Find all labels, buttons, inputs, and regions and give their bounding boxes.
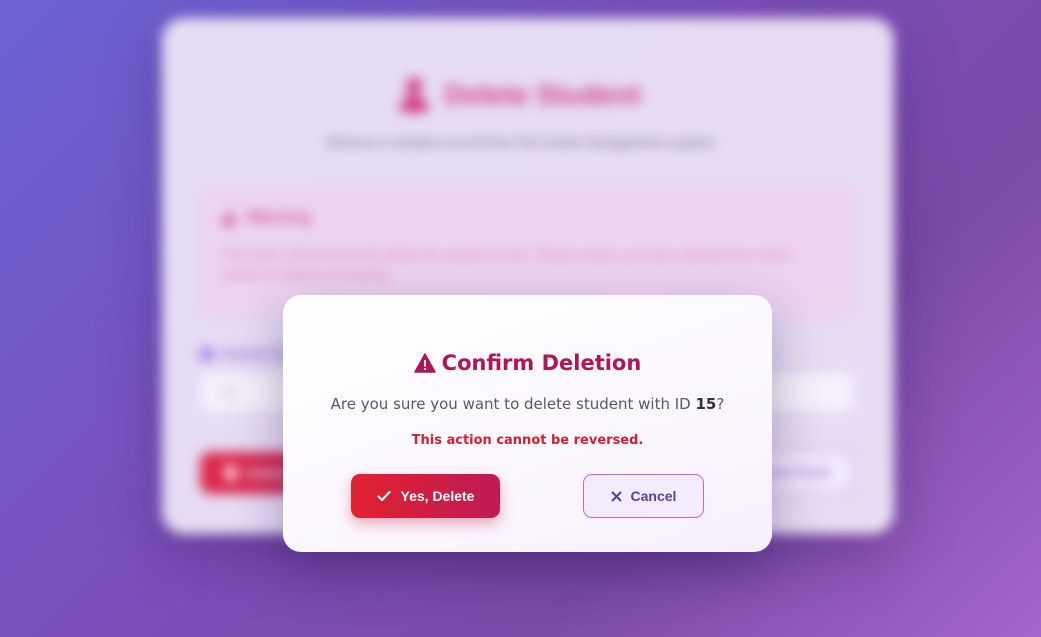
confirm-deletion-dialog: Confirm Deletion Are you sure you want t… bbox=[283, 295, 772, 552]
warning-heading: Warning bbox=[221, 209, 310, 227]
dialog-question: Are you sure you want to delete student … bbox=[283, 395, 772, 413]
dialog-question-prefix: Are you sure you want to delete student … bbox=[330, 395, 696, 413]
warning-text: This action will permanently delete the … bbox=[221, 247, 792, 282]
page-title: Delete Student bbox=[444, 79, 641, 110]
page-title-row: Delete Student bbox=[0, 78, 1041, 112]
warning-heading-text: Warning bbox=[247, 209, 311, 226]
warning-triangle-icon bbox=[413, 353, 436, 373]
student-id-label-text: Student ID bbox=[222, 346, 287, 361]
warning-icon bbox=[221, 211, 237, 225]
irreversible-warning: This action cannot be reversed. bbox=[411, 433, 644, 448]
trash-icon bbox=[226, 466, 236, 480]
dialog-question-suffix: ? bbox=[716, 395, 725, 413]
dialog-student-id: 15 bbox=[695, 395, 717, 413]
id-card-icon bbox=[200, 347, 214, 360]
cancel-label: Cancel bbox=[630, 488, 677, 504]
dialog-title-text: Confirm Deletion bbox=[441, 351, 642, 375]
close-icon bbox=[611, 491, 622, 501]
dialog-title: Confirm Deletion bbox=[283, 351, 772, 375]
page-subtitle: Remove a student record from the hostel … bbox=[326, 134, 715, 150]
confirm-delete-button[interactable]: Yes, Delete bbox=[351, 474, 500, 518]
student-id-label: Student ID bbox=[200, 346, 287, 361]
check-icon bbox=[376, 490, 391, 502]
confirm-delete-label: Yes, Delete bbox=[400, 488, 475, 504]
cancel-button[interactable]: Cancel bbox=[583, 474, 704, 518]
user-icon bbox=[400, 78, 430, 112]
